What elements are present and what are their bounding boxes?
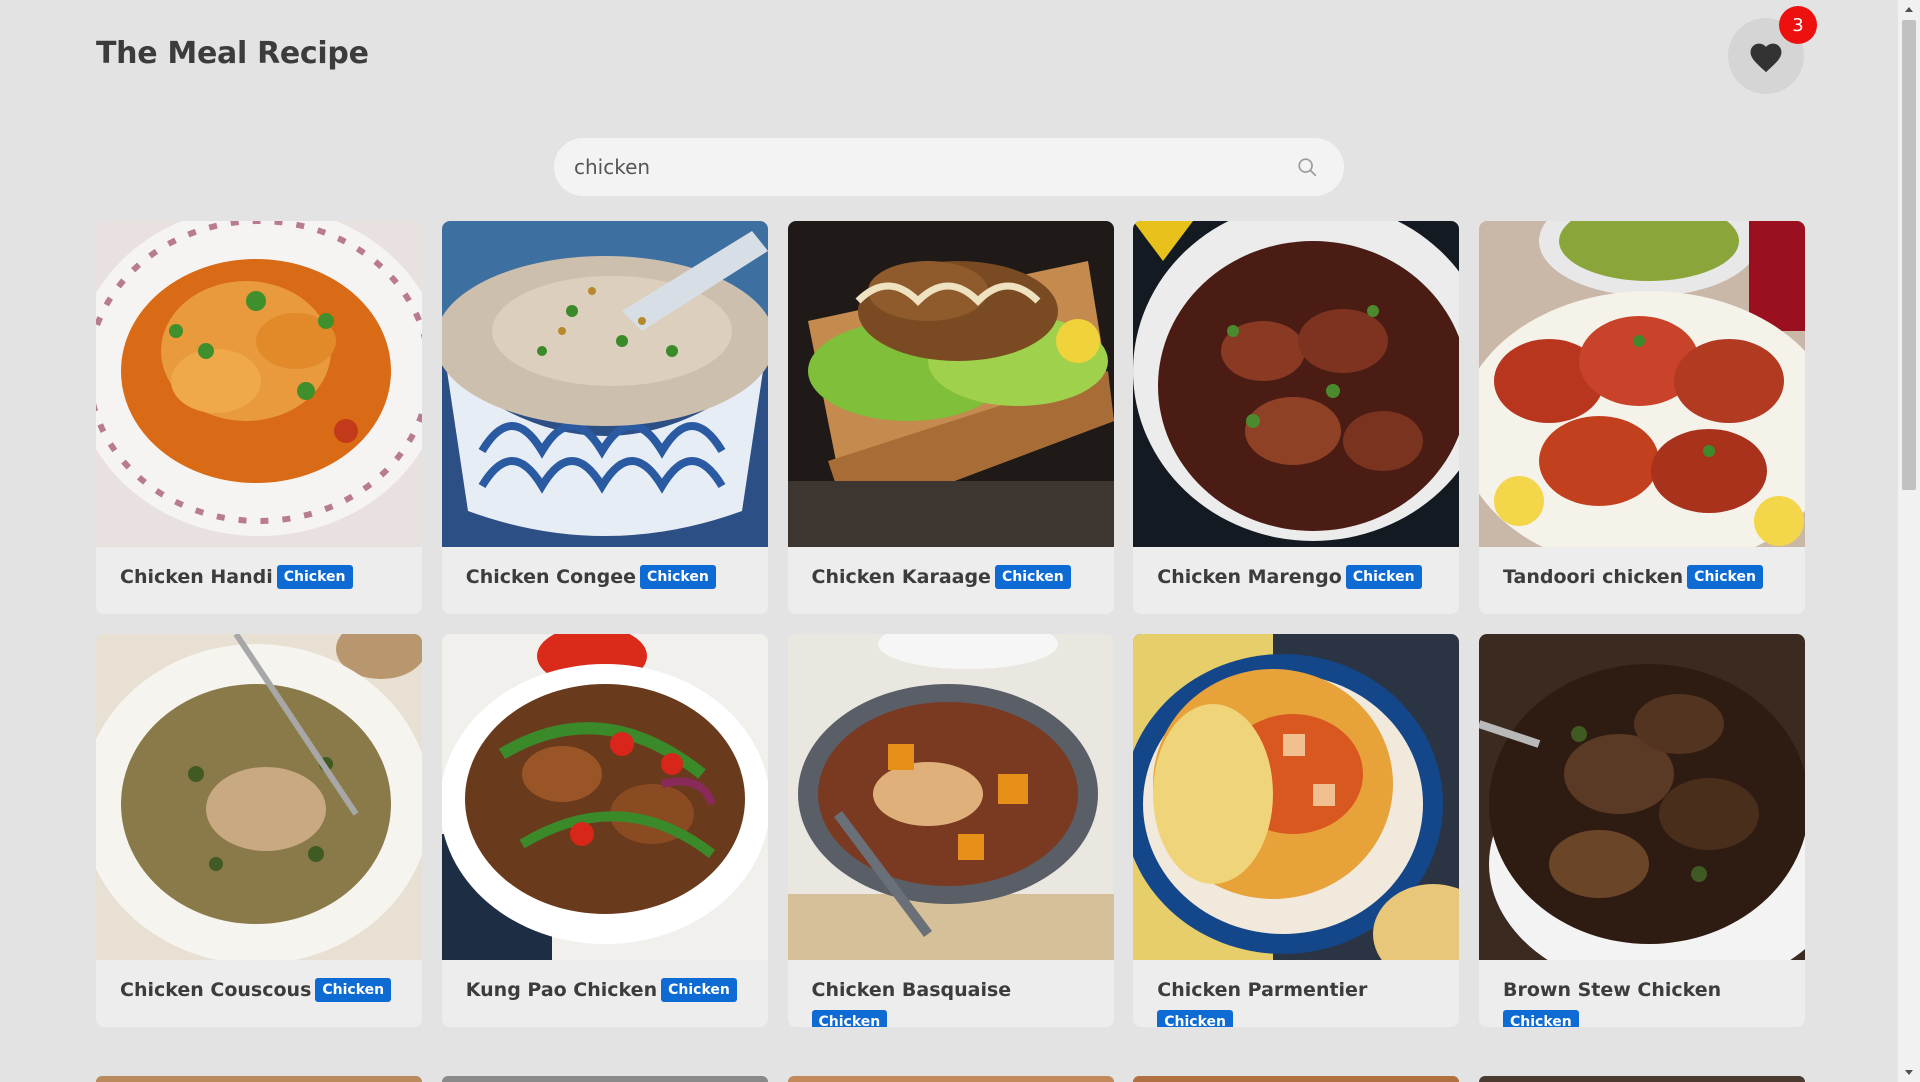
- meal-name: Chicken Congee: [465, 566, 637, 588]
- meal-name: Chicken Marengo: [1157, 566, 1342, 588]
- category-tag: Chicken: [1157, 1009, 1233, 1027]
- scrollbar[interactable]: [1898, 0, 1920, 1082]
- meal-card[interactable]: Brown Stew Chicken Chicken: [1479, 634, 1805, 1027]
- category-tag: Chicken: [994, 564, 1071, 589]
- search-bar: [554, 138, 1344, 196]
- meal-thumbnail: [787, 634, 1114, 960]
- meal-card[interactable]: Chicken Congee Chicken: [441, 221, 768, 614]
- scroll-down-arrow-icon[interactable]: [1902, 1065, 1916, 1079]
- meal-thumbnail: [441, 634, 768, 960]
- category-tag: Chicken: [1345, 564, 1422, 589]
- meal-name: Chicken Couscous: [120, 979, 312, 1001]
- meal-name: Kung Pao Chicken: [465, 979, 658, 1001]
- scroll-up-arrow-icon[interactable]: [1902, 3, 1916, 17]
- meal-card[interactable]: Tandoori chicken Chicken: [1479, 221, 1805, 614]
- meal-card[interactable]: Chicken Parmentier Chicken: [1133, 634, 1460, 1027]
- meal-card-peek: [1479, 1076, 1805, 1082]
- meal-thumbnail: [96, 221, 422, 547]
- meal-card[interactable]: Chicken Basquaise Chicken: [787, 634, 1114, 1027]
- category-tag: Chicken: [276, 564, 353, 589]
- scroll-thumb[interactable]: [1902, 20, 1916, 490]
- category-tag: Chicken: [811, 1009, 888, 1027]
- category-tag: Chicken: [315, 977, 392, 1002]
- heart-icon: [1750, 43, 1782, 73]
- category-tag: Chicken: [1503, 1009, 1579, 1027]
- meal-name: Brown Stew Chicken: [1503, 979, 1722, 1001]
- meal-name: Chicken Basquaise: [811, 979, 1012, 1001]
- meal-thumbnail: [1133, 221, 1460, 547]
- meal-card-peek: [441, 1076, 768, 1082]
- meal-card[interactable]: Chicken Marengo Chicken: [1133, 221, 1460, 614]
- meal-card[interactable]: Chicken Handi Chicken: [96, 221, 422, 614]
- meal-thumbnail: [1479, 221, 1805, 547]
- meal-card[interactable]: Chicken Karaage Chicken: [787, 221, 1114, 614]
- meal-card-peek: [787, 1076, 1114, 1082]
- page: The Meal Recipe 3 chicken Chicken Handi …: [0, 0, 1898, 1082]
- meal-thumbnail: [441, 221, 768, 547]
- meal-card-peek: [96, 1076, 422, 1082]
- favorites-count-badge: 3: [1779, 6, 1817, 44]
- next-row-peek: [96, 1076, 1805, 1082]
- meal-thumbnail: [1133, 634, 1460, 960]
- meal-name: Chicken Handi: [120, 566, 273, 588]
- meal-thumbnail: [1479, 634, 1805, 960]
- meal-name: Chicken Karaage: [811, 566, 991, 588]
- meal-thumbnail: [787, 221, 1114, 547]
- app-title: The Meal Recipe: [96, 36, 369, 71]
- meal-card[interactable]: Kung Pao Chicken Chicken: [441, 634, 768, 1027]
- category-tag: Chicken: [661, 977, 737, 1002]
- meal-name: Chicken Parmentier: [1157, 979, 1368, 1001]
- category-tag: Chicken: [640, 564, 716, 589]
- search-icon[interactable]: [1296, 156, 1318, 178]
- meal-thumbnail: [96, 634, 422, 960]
- meal-card-peek: [1133, 1076, 1460, 1082]
- meal-name: Tandoori chicken: [1503, 566, 1684, 588]
- meal-grid: Chicken Handi Chicken Chicken Congee Chi…: [96, 221, 1805, 1027]
- search-input[interactable]: [554, 138, 1344, 196]
- category-tag: Chicken: [1687, 564, 1763, 589]
- meal-card[interactable]: Chicken Couscous Chicken: [96, 634, 422, 1027]
